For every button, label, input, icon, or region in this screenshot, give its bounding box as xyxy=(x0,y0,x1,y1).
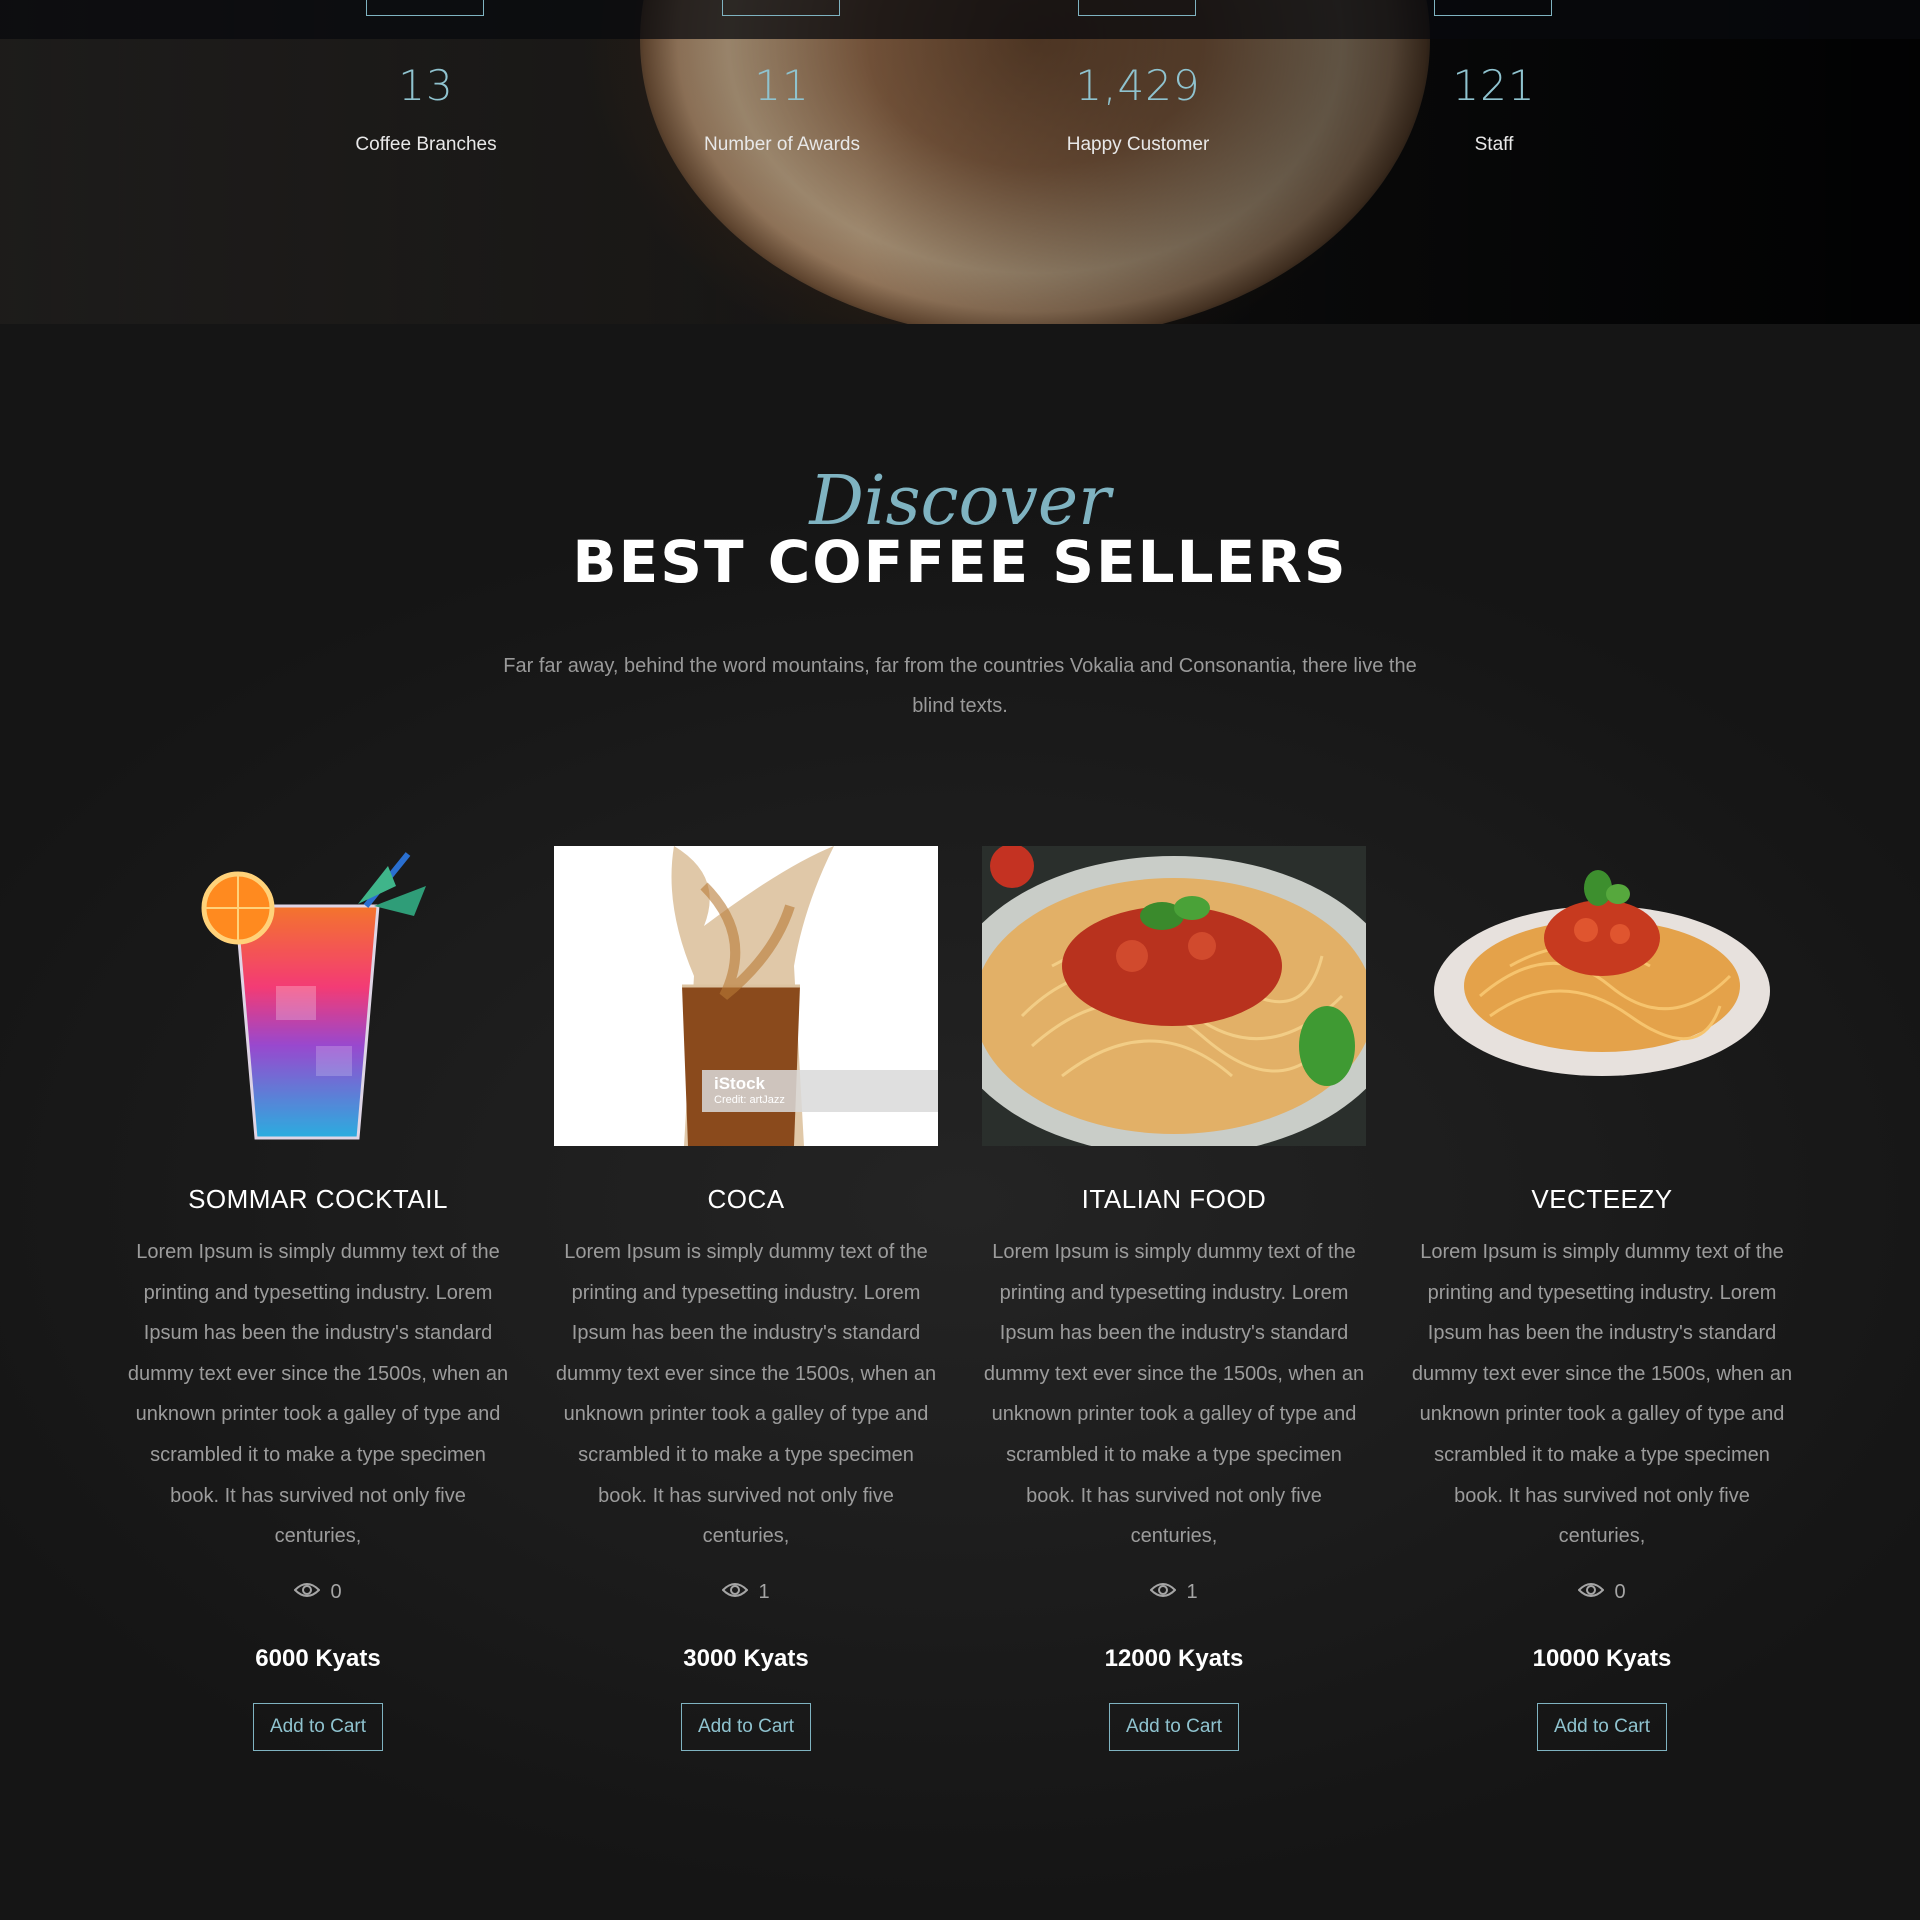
cola-splash-image[interactable]: iStock Credit: artJazz xyxy=(554,846,938,1146)
product-card: VECTEEZY Lorem Ipsum is simply dummy tex… xyxy=(1410,846,1794,1751)
eye-icon xyxy=(1150,1581,1177,1605)
section-subtitle: Far far away, behind the word mountains,… xyxy=(503,655,1417,717)
stat-value: 11 xyxy=(754,61,810,110)
view-count-value: 1 xyxy=(758,1581,770,1604)
product-card: ITALIAN FOOD Lorem Ipsum is simply dummy… xyxy=(982,846,1366,1751)
view-count: 0 xyxy=(126,1579,510,1607)
top-strip xyxy=(0,0,1920,39)
nav-tab-outline[interactable] xyxy=(1078,0,1196,16)
product-card: SOMMAR COCKTAIL Lorem Ipsum is simply du… xyxy=(126,846,510,1751)
product-price: 3000 Kyats xyxy=(683,1644,809,1672)
nav-tab-outline[interactable] xyxy=(1434,0,1552,16)
eye-icon xyxy=(1578,1581,1605,1605)
product-description: Lorem Ipsum is simply dummy text of the … xyxy=(555,1241,937,1548)
add-to-cart-button[interactable]: Add to Cart xyxy=(1536,1702,1668,1751)
watermark-brand: iStock xyxy=(714,1074,766,1093)
stat-value: 1,429 xyxy=(1075,61,1201,110)
product-name[interactable]: VECTEEZY xyxy=(1410,1184,1794,1214)
section-title: BEST COFFEE SELLERS xyxy=(572,528,1348,596)
spaghetti-plate-image[interactable] xyxy=(982,846,1366,1146)
stat-happy-customer: 1,429 Happy Customer xyxy=(1008,60,1268,156)
nav-tab-outline[interactable] xyxy=(722,0,840,16)
product-description: Lorem Ipsum is simply dummy text of the … xyxy=(983,1241,1365,1548)
stat-label: Coffee Branches xyxy=(355,134,497,155)
view-count-value: 0 xyxy=(1614,1581,1626,1604)
stat-coffee-branches: 13 Coffee Branches xyxy=(296,60,556,156)
product-name[interactable]: ITALIAN FOOD xyxy=(982,1184,1366,1214)
istock-watermark: iStock Credit: artJazz xyxy=(714,1074,785,1106)
stats-hero: 13 Coffee Branches 11 Number of Awards 1… xyxy=(0,0,1920,324)
view-count-value: 1 xyxy=(1186,1581,1198,1604)
view-count: 1 xyxy=(554,1579,938,1607)
product-name[interactable]: COCA xyxy=(554,1184,938,1214)
product-description: Lorem Ipsum is simply dummy text of the … xyxy=(127,1241,509,1548)
nav-tab-outline[interactable] xyxy=(366,0,484,16)
product-card: iStock Credit: artJazz COCA Lorem Ipsum … xyxy=(554,846,938,1751)
add-to-cart-button[interactable]: Add to Cart xyxy=(1108,1702,1240,1751)
view-count-value: 0 xyxy=(330,1581,342,1604)
stat-label: Number of Awards xyxy=(704,134,860,155)
stat-awards: 11 Number of Awards xyxy=(652,60,912,156)
eye-icon xyxy=(294,1581,321,1605)
product-price: 12000 Kyats xyxy=(1104,1644,1244,1672)
stat-value: 13 xyxy=(398,61,454,110)
watermark-credit: Credit: artJazz xyxy=(714,1094,785,1106)
cocktail-glass-image[interactable] xyxy=(126,846,510,1146)
product-price: 6000 Kyats xyxy=(255,1644,381,1672)
view-count: 1 xyxy=(982,1579,1366,1607)
eye-icon xyxy=(722,1581,749,1605)
stat-staff: 121 Staff xyxy=(1364,60,1624,156)
stat-value: 121 xyxy=(1452,61,1536,110)
add-to-cart-button[interactable]: Add to Cart xyxy=(252,1702,384,1751)
product-name[interactable]: SOMMAR COCKTAIL xyxy=(126,1184,510,1214)
stat-label: Happy Customer xyxy=(1066,134,1210,155)
product-price: 10000 Kyats xyxy=(1532,1644,1672,1672)
add-to-cart-button[interactable]: Add to Cart xyxy=(680,1702,812,1751)
spaghetti-dish-image[interactable] xyxy=(1410,846,1794,1146)
product-description: Lorem Ipsum is simply dummy text of the … xyxy=(1411,1241,1793,1548)
stat-label: Staff xyxy=(1474,134,1514,155)
view-count: 0 xyxy=(1410,1579,1794,1607)
